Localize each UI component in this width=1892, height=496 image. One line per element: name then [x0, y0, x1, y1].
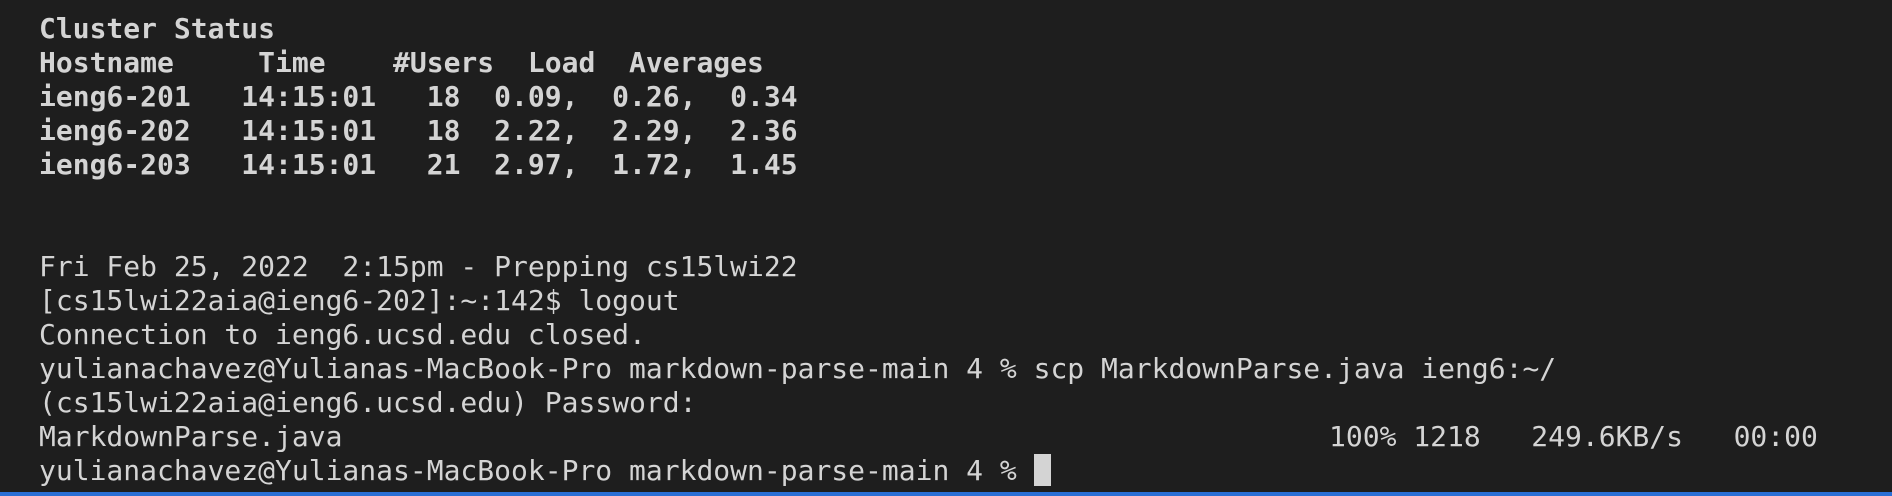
- current-prompt-line[interactable]: yulianachavez@Yulianas-MacBook-Pro markd…: [39, 454, 1892, 488]
- shell-prompt: yulianachavez@Yulianas-MacBook-Pro markd…: [39, 454, 1034, 487]
- transfer-progress-line: MarkdownParse.java 100% 1218 249.6KB/s 00…: [39, 420, 1892, 454]
- cluster-status-title: Cluster Status: [39, 12, 276, 45]
- cluster-table-header: Hostname Time #Users Load Averages: [39, 46, 764, 79]
- logout-command-line: [cs15lwi22aia@ieng6-202]:~:142$ logout: [39, 284, 680, 317]
- transfer-stats: 100% 1218 249.6KB/s 00:00: [1329, 420, 1818, 453]
- transfer-filename: MarkdownParse.java: [39, 420, 343, 453]
- scp-command-line: yulianachavez@Yulianas-MacBook-Pro markd…: [39, 352, 1557, 385]
- motd-line: Fri Feb 25, 2022 2:15pm - Prepping cs15l…: [39, 250, 798, 283]
- active-pane-border: [0, 492, 1892, 496]
- cluster-row-202: ieng6-202 14:15:01 18 2.22, 2.29, 2.36: [39, 114, 798, 147]
- text-cursor: [1033, 454, 1051, 486]
- cluster-row-201: ieng6-201 14:15:01 18 0.09, 0.26, 0.34: [39, 80, 798, 113]
- cluster-row-203: ieng6-203 14:15:01 21 2.97, 1.72, 1.45: [39, 148, 798, 181]
- connection-closed-line: Connection to ieng6.ucsd.edu closed.: [39, 318, 646, 351]
- terminal-window[interactable]: Cluster Status Hostname Time #Users Load…: [0, 0, 1892, 496]
- password-prompt-line: (cs15lwi22aia@ieng6.ucsd.edu) Password:: [39, 386, 697, 419]
